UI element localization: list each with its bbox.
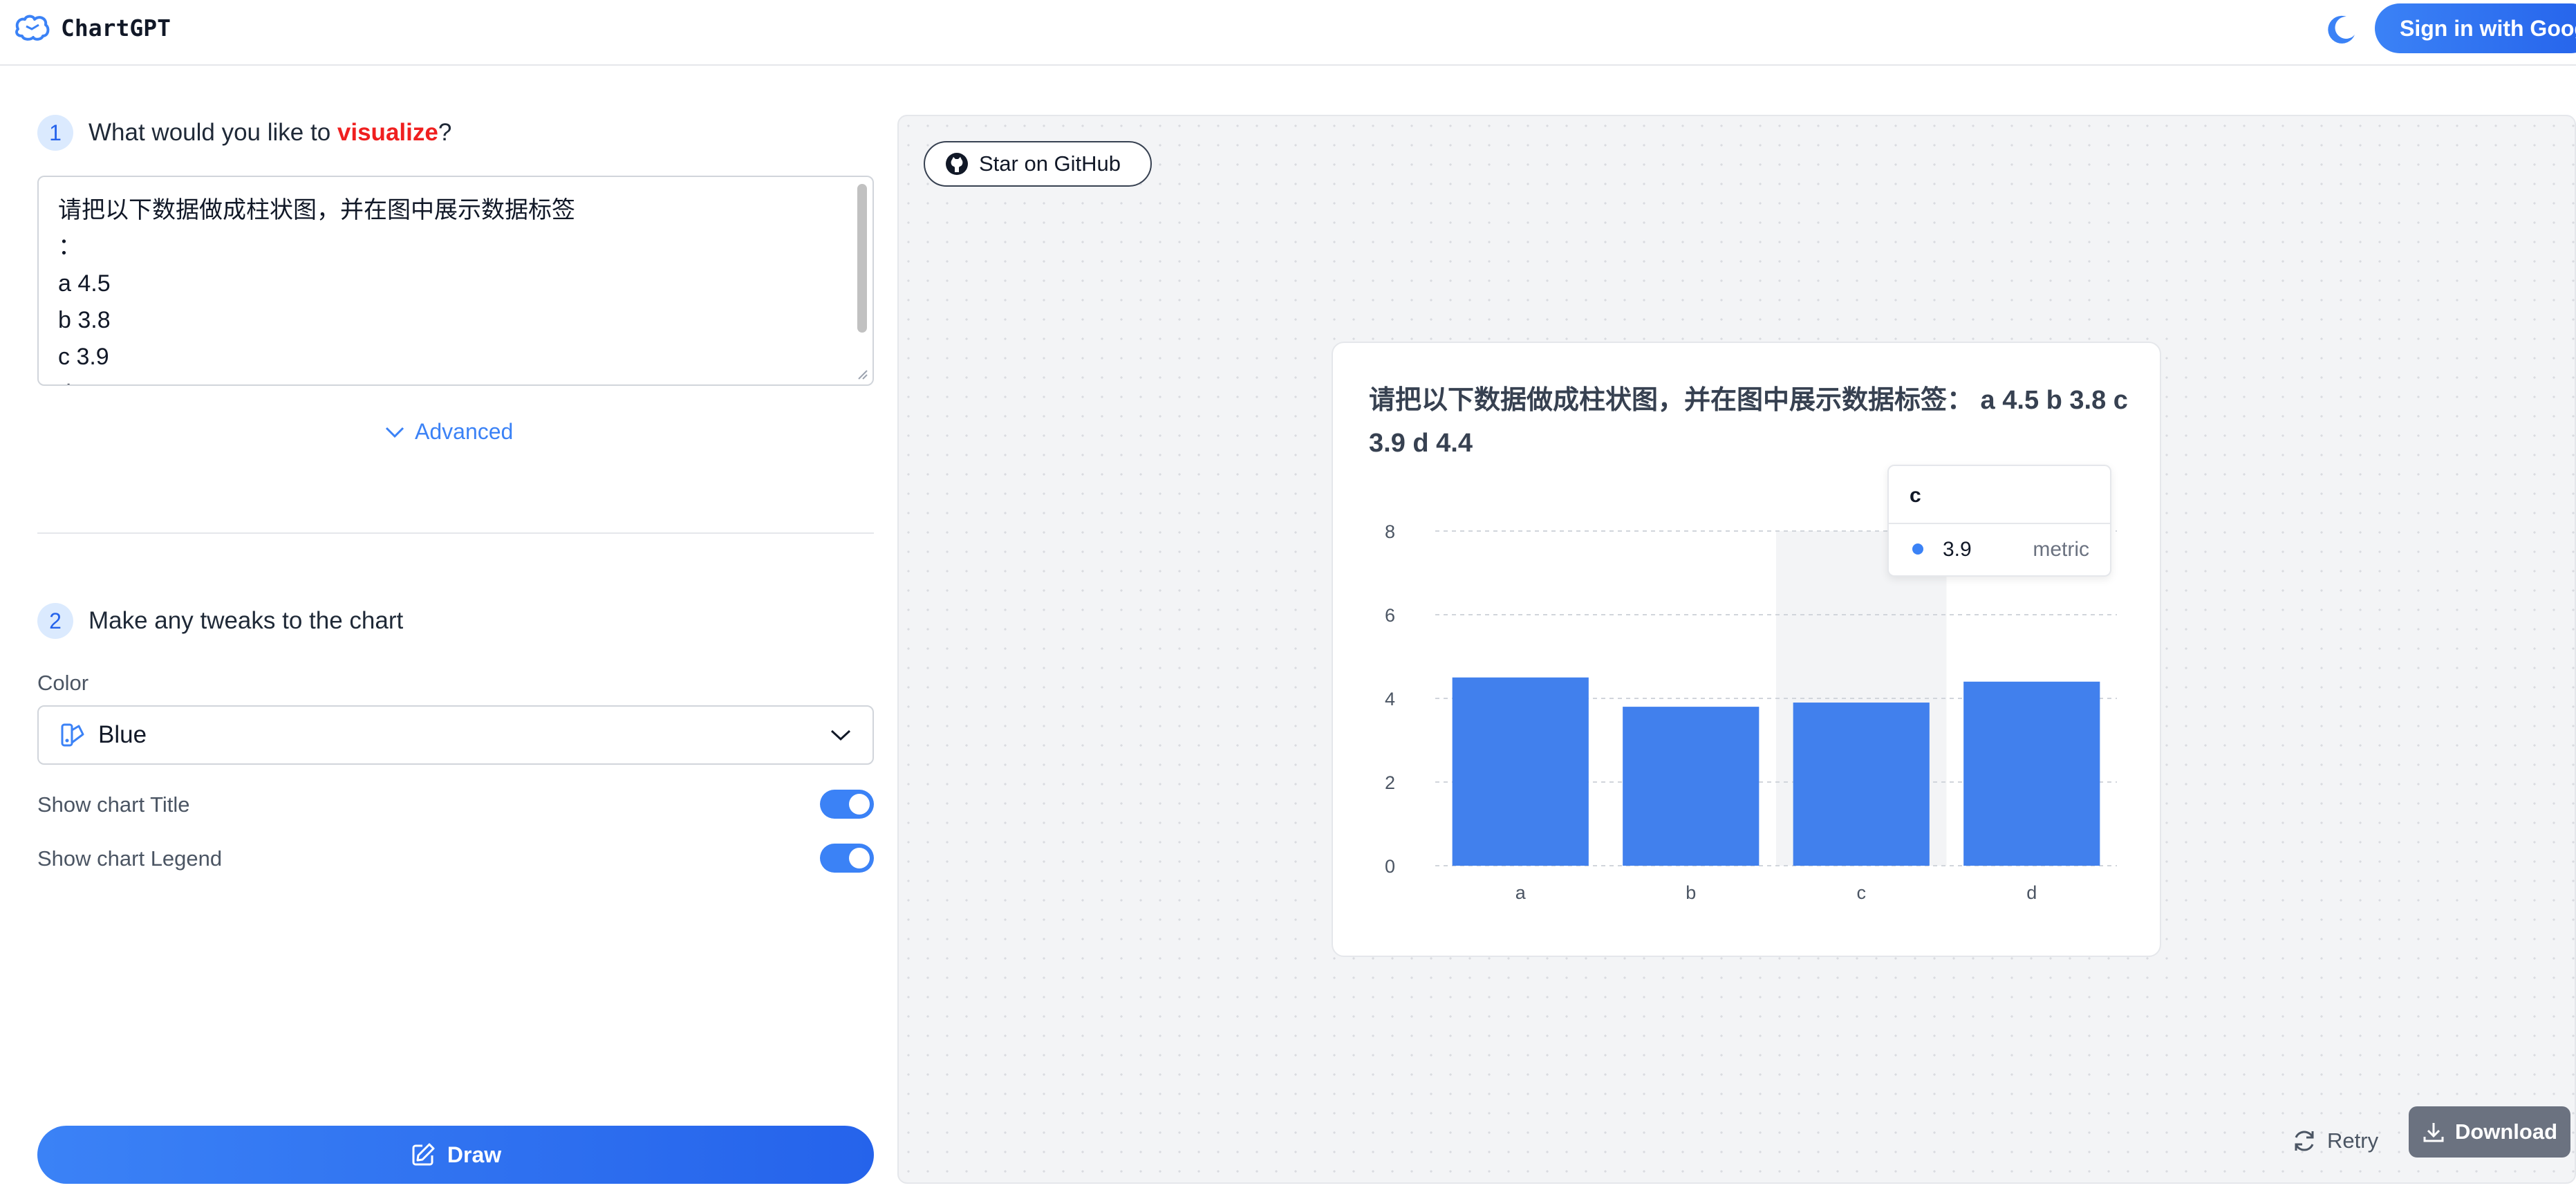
- y-tick-label: 2: [1385, 772, 1395, 793]
- draw-label: Draw: [447, 1142, 502, 1167]
- refresh-icon: [2295, 1131, 2314, 1151]
- x-tick-label: c: [1857, 882, 1867, 903]
- bar: [1623, 707, 1760, 866]
- top-header: ChartGPT Sign in with Goog: [0, 0, 2576, 66]
- chart-tooltip: c 3.9 metric: [1887, 465, 2111, 577]
- draw-button[interactable]: Draw: [37, 1126, 874, 1184]
- prompt-line: d 4.4: [58, 375, 853, 384]
- textarea-scrollbar[interactable]: [857, 184, 867, 333]
- prompt-line: b 3.8: [58, 307, 111, 333]
- show-legend-toggle[interactable]: [820, 844, 874, 873]
- bar: [1452, 677, 1589, 866]
- step-number: 2: [37, 603, 73, 639]
- github-label: Star on GitHub: [979, 151, 1121, 176]
- step-1-suffix: ?: [438, 119, 452, 146]
- y-tick-label: 8: [1385, 521, 1395, 542]
- app-name: ChartGPT: [61, 14, 171, 41]
- chevron-down-icon: [385, 427, 404, 438]
- toggle-title-label: Show chart Title: [37, 792, 190, 817]
- step-1-text: What would you like to visualize?: [88, 119, 451, 147]
- prompt-line: a 4.5: [58, 270, 111, 297]
- edit-icon: [412, 1143, 435, 1166]
- step-2-text: Make any tweaks to the chart: [88, 607, 404, 634]
- download-button[interactable]: Download: [2409, 1106, 2570, 1158]
- tooltip-series-dot: [1912, 543, 1923, 555]
- prompt-line: c 3.9: [58, 344, 109, 370]
- color-select[interactable]: Blue: [37, 705, 874, 765]
- tooltip-separator: [1889, 523, 2110, 524]
- section-divider: [37, 532, 874, 534]
- resize-grip-icon[interactable]: [856, 368, 868, 380]
- tooltip-series-name: metric: [2033, 538, 2089, 561]
- step-1-prefix: What would you like to: [88, 119, 337, 146]
- prompt-textarea[interactable]: 请把以下数据做成柱状图，并在图中展示数据标签 ： a 4.5 b 3.8 c 3…: [37, 176, 874, 386]
- retry-button[interactable]: Retry: [2291, 1116, 2378, 1166]
- prompt-line: ：: [58, 234, 82, 260]
- download-icon: [2423, 1123, 2444, 1142]
- palette-icon: [61, 723, 84, 747]
- color-value: Blue: [98, 721, 147, 748]
- prompt-line: 请把以下数据做成柱状图，并在图中展示数据标签: [58, 197, 575, 223]
- show-title-toggle[interactable]: [820, 790, 874, 819]
- advanced-label: Advanced: [415, 419, 514, 444]
- star-on-github-button[interactable]: Star on GitHub: [924, 141, 1152, 187]
- tooltip-category: c: [1910, 484, 1921, 507]
- bar: [1793, 703, 1930, 866]
- x-tick-label: d: [2026, 882, 2037, 903]
- x-tick-label: a: [1515, 882, 1527, 903]
- x-tick-label: b: [1686, 882, 1696, 903]
- bar: [1963, 681, 2100, 866]
- sign-in-button[interactable]: Sign in with Goog: [2375, 3, 2576, 53]
- toggle-legend-label: Show chart Legend: [37, 846, 223, 871]
- bar-chart: 0 2 4 6 8 a b c d: [1385, 521, 2117, 903]
- chevron-down-icon: [830, 729, 851, 741]
- step-2-heading: 2 Make any tweaks to the chart: [37, 603, 403, 639]
- step-number: 1: [37, 115, 73, 151]
- step-1-highlight: visualize: [337, 119, 438, 146]
- y-tick-label: 0: [1385, 856, 1395, 877]
- app-logo[interactable]: ChartGPT: [14, 14, 171, 41]
- tooltip-value: 3.9: [1943, 538, 1972, 561]
- brain-logo-icon: [15, 15, 50, 41]
- download-label: Download: [2454, 1119, 2558, 1144]
- advanced-toggle[interactable]: Advanced: [384, 419, 513, 445]
- y-tick-label: 4: [1385, 689, 1395, 709]
- retry-label: Retry: [2327, 1128, 2379, 1153]
- github-icon: [946, 153, 968, 175]
- color-label: Color: [37, 671, 89, 695]
- y-tick-label: 6: [1385, 605, 1395, 626]
- moon-icon[interactable]: [2323, 11, 2359, 47]
- step-1-heading: 1 What would you like to visualize?: [37, 115, 451, 151]
